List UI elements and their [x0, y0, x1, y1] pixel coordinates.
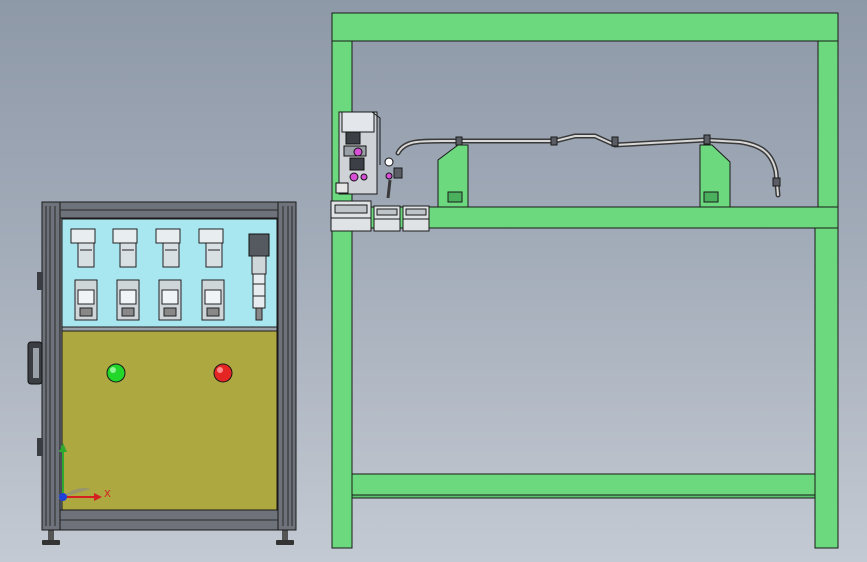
- cabinet-foot-left: [42, 528, 60, 545]
- bench-box-right: [402, 205, 430, 232]
- valve-body-icon: [74, 279, 98, 321]
- assembly-drawing: X: [27, 12, 839, 549]
- cabinet-post-right: [277, 201, 297, 531]
- valve-body-icon: [116, 279, 140, 321]
- cabinet-door: [61, 330, 278, 511]
- triad-x-label: X: [104, 489, 111, 500]
- crimping-press: [335, 111, 394, 195]
- cabinet-foot-right: [276, 528, 294, 545]
- frame-leg-left: [331, 227, 353, 549]
- frame-leg-right: [814, 227, 839, 549]
- bench-box-large: [330, 200, 372, 232]
- cad-viewport[interactable]: X: [0, 0, 867, 562]
- panel-divider: [61, 326, 278, 332]
- cabinet-latch-bottom: [37, 438, 43, 456]
- workstation-frame: [331, 12, 839, 549]
- frame-bottom-beam: [351, 494, 816, 499]
- indicator-light-red[interactable]: [213, 363, 233, 383]
- cabinet-latch-top: [37, 272, 43, 290]
- frame-top-beam: [331, 12, 839, 42]
- frame-lower-beam: [351, 473, 816, 496]
- bench-box-middle: [373, 205, 401, 232]
- valve-body-icon: [158, 279, 182, 321]
- harness-lead: [386, 179, 392, 199]
- fixture-support-right: [699, 144, 731, 208]
- cabinet-post-left: [41, 201, 61, 531]
- cabinet-handle: [27, 341, 43, 385]
- frame-right-post: [817, 40, 839, 208]
- indicator-light-green[interactable]: [106, 363, 126, 383]
- valve-body-icon: [201, 279, 225, 321]
- fixture-support-left: [437, 144, 469, 208]
